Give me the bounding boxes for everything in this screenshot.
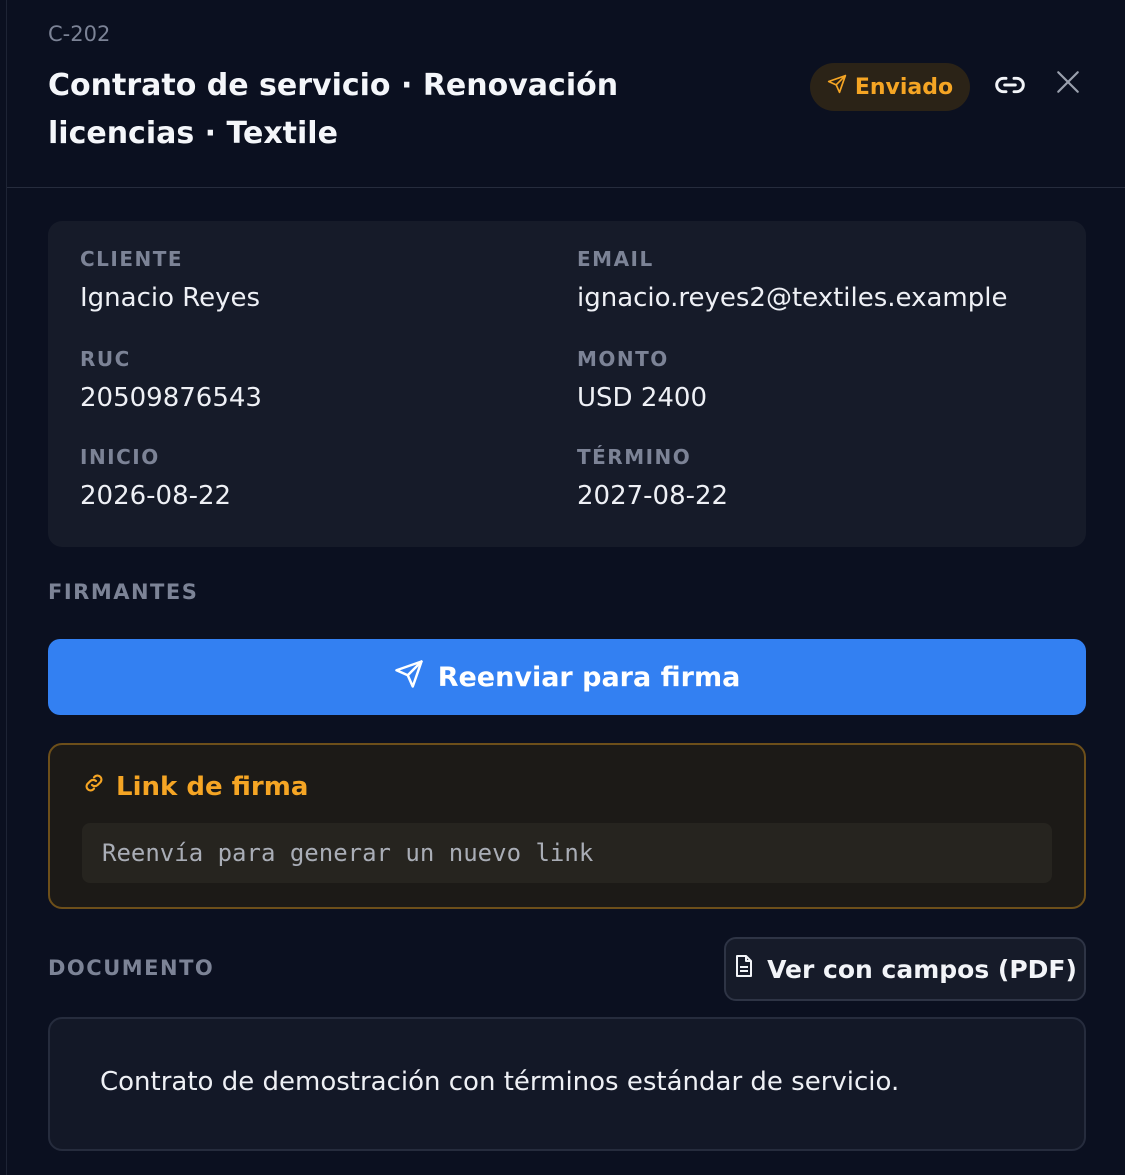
send-icon — [394, 659, 424, 696]
start-date-value: 2026-08-22 — [80, 481, 232, 511]
document-section-label: DOCUMENTO — [48, 956, 215, 980]
client-label: CLIENTE — [80, 247, 184, 271]
close-button[interactable] — [1048, 64, 1088, 104]
copy-link-button[interactable] — [990, 67, 1030, 107]
ruc-field: RUC 20509876543 — [80, 347, 262, 413]
ruc-label: RUC — [80, 347, 131, 371]
view-pdf-label: Ver con campos (PDF) — [767, 954, 1077, 984]
panel-header: C-202 Contrato de servicio · Renovación … — [7, 0, 1125, 188]
end-date-label: TÉRMINO — [577, 445, 692, 469]
email-value: ignacio.reyes2@textiles.example — [577, 283, 1008, 313]
document-icon — [733, 954, 755, 984]
signature-link-title: Link de firma — [116, 771, 309, 802]
view-pdf-button[interactable]: Ver con campos (PDF) — [724, 937, 1086, 1001]
start-date-field: INICIO 2026-08-22 — [80, 445, 231, 511]
client-field: CLIENTE Ignacio Reyes — [80, 247, 260, 313]
close-icon — [1055, 69, 1081, 99]
amount-label: MONTO — [577, 347, 669, 371]
link-icon — [994, 69, 1026, 105]
document-description: Contrato de demostración con términos es… — [100, 1067, 900, 1097]
email-field: EMAIL ignacio.reyes2@textiles.example — [577, 247, 1007, 313]
resend-button-label: Reenviar para firma — [437, 661, 741, 693]
amount-value: USD 2400 — [577, 383, 707, 413]
end-date-value: 2027-08-22 — [577, 481, 729, 511]
signers-section-label: FIRMANTES — [48, 580, 199, 604]
ruc-value: 20509876543 — [80, 383, 262, 413]
amount-field: MONTO USD 2400 — [577, 347, 707, 413]
email-label: EMAIL — [577, 247, 654, 271]
contract-info-card: CLIENTE Ignacio Reyes EMAIL ignacio.reye… — [48, 221, 1086, 547]
link-icon — [82, 771, 106, 802]
signature-link-card: Link de firma Reenvía para generar un nu… — [48, 743, 1086, 909]
signature-link-header: Link de firma — [82, 771, 308, 802]
resend-for-signature-button[interactable]: Reenviar para firma — [48, 639, 1086, 715]
document-card: Contrato de demostración con términos es… — [48, 1017, 1086, 1151]
contract-detail-panel: C-202 Contrato de servicio · Renovación … — [6, 0, 1125, 1175]
start-date-label: INICIO — [80, 445, 160, 469]
send-icon — [827, 74, 847, 100]
status-badge: Enviado — [810, 63, 970, 111]
client-value: Ignacio Reyes — [80, 283, 261, 313]
contract-id: C-202 — [48, 22, 111, 46]
status-label: Enviado — [854, 74, 954, 100]
signature-link-box: Reenvía para generar un nuevo link — [82, 823, 1052, 883]
end-date-field: TÉRMINO 2027-08-22 — [577, 445, 728, 511]
page-title: Contrato de servicio · Renovación licenc… — [48, 68, 619, 151]
